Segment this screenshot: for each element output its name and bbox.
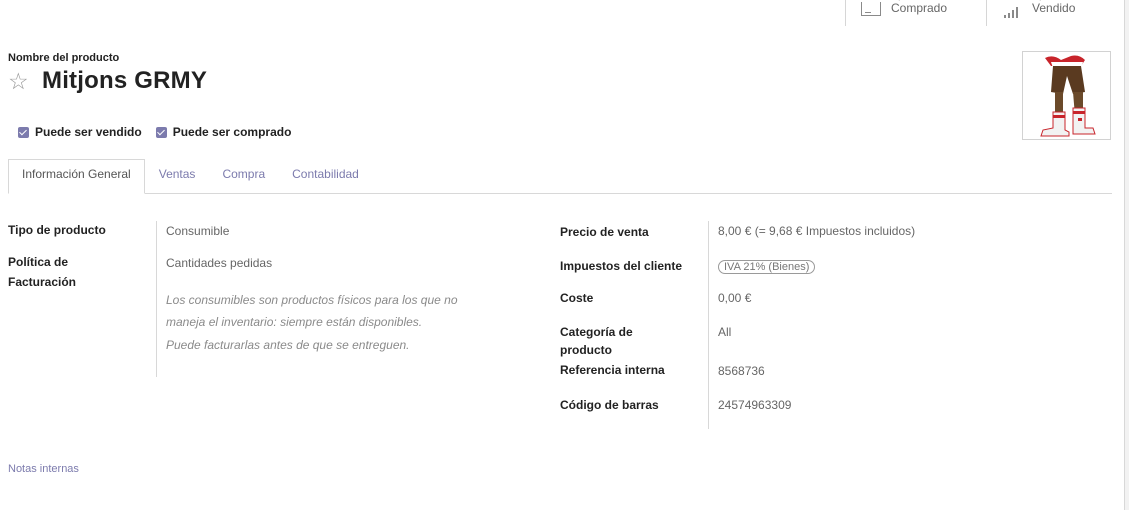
customer-taxes-label: Impuestos del cliente [560, 259, 683, 273]
title-row: ☆ Mitjons GRMY [8, 67, 207, 95]
purchase-ok-label: Puede ser comprado [172, 125, 292, 139]
sold-label: Vendido [1032, 1, 1076, 15]
socks-illustration [1040, 55, 1096, 137]
cost-label: Coste [560, 291, 594, 305]
sale-ok-checkbox[interactable]: Puede ser vendido [18, 125, 142, 139]
internal-notes-link[interactable]: Notas internas [8, 463, 79, 475]
checkbox-checked-icon [18, 126, 29, 138]
smart-buttons: 0,000 Comprado 0,000 Vendido [845, 0, 1127, 26]
internal-ref-value[interactable]: 8568736 [718, 363, 765, 379]
sale-ok-label: Puede ser vendido [35, 125, 142, 139]
tab-general-information[interactable]: Información General [8, 159, 145, 194]
consumable-help-line1: Los consumibles son productos físicos pa… [166, 293, 458, 307]
product-type-label: Tipo de producto [8, 223, 106, 237]
category-value[interactable]: All [718, 324, 731, 340]
tax-tag[interactable]: IVA 21% (Bienes) [718, 260, 816, 274]
product-type-value[interactable]: Consumible [166, 223, 229, 239]
sale-price-value[interactable]: 8,00 € (= 9,68 € Impuestos incluidos) [718, 223, 915, 239]
checkbox-checked-icon [155, 126, 167, 138]
tab-accounting[interactable]: Contabilidad [279, 159, 372, 193]
purchased-label: Comprado [891, 1, 948, 15]
purchase-card-icon [861, 2, 883, 22]
internal-ref-label: Referencia interna [560, 363, 665, 377]
right-group-separator [708, 221, 709, 429]
sales-bars-icon [1002, 2, 1024, 22]
sale-price-label: Precio de venta [560, 225, 649, 239]
product-name-label: Nombre del producto [8, 52, 120, 64]
category-label-line2: producto [560, 343, 612, 357]
sold-smart-button[interactable]: 0,000 Vendido [986, 0, 1127, 26]
favorite-star-icon[interactable]: ☆ [8, 68, 34, 94]
consumable-help-line2: maneja el inventario: siempre están disp… [166, 315, 423, 329]
barcode-label: Código de barras [560, 398, 659, 412]
product-image[interactable] [1022, 51, 1111, 140]
left-group-separator [156, 221, 157, 377]
barcode-value[interactable]: 24574963309 [718, 397, 791, 413]
purchased-smart-button[interactable]: 0,000 Comprado [845, 0, 986, 26]
invoice-policy-value[interactable]: Cantidades pedidas [166, 255, 272, 271]
customer-taxes-field[interactable]: IVA 21% (Bienes) [718, 258, 816, 274]
tab-sales[interactable]: Ventas [146, 159, 209, 193]
invoice-policy-label-line2: Facturación [8, 275, 77, 289]
invoice-policy-label-line1: Política de [8, 255, 69, 269]
category-label-line1: Categoría de [560, 325, 633, 339]
tab-purchase[interactable]: Compra [209, 159, 278, 193]
product-name[interactable]: Mitjons GRMY [42, 67, 207, 95]
purchase-ok-checkbox[interactable]: Puede ser comprado [155, 125, 292, 139]
sale-purchase-checks: Puede ser vendido Puede ser comprado [18, 125, 305, 139]
form-scrollbar[interactable] [1124, 0, 1129, 510]
consumable-help-line3: Puede facturarlas antes de que se entreg… [166, 338, 410, 352]
cost-value[interactable]: 0,00 € [718, 290, 751, 306]
notebook-tabs: Información General Ventas Compra Contab… [8, 159, 1112, 194]
